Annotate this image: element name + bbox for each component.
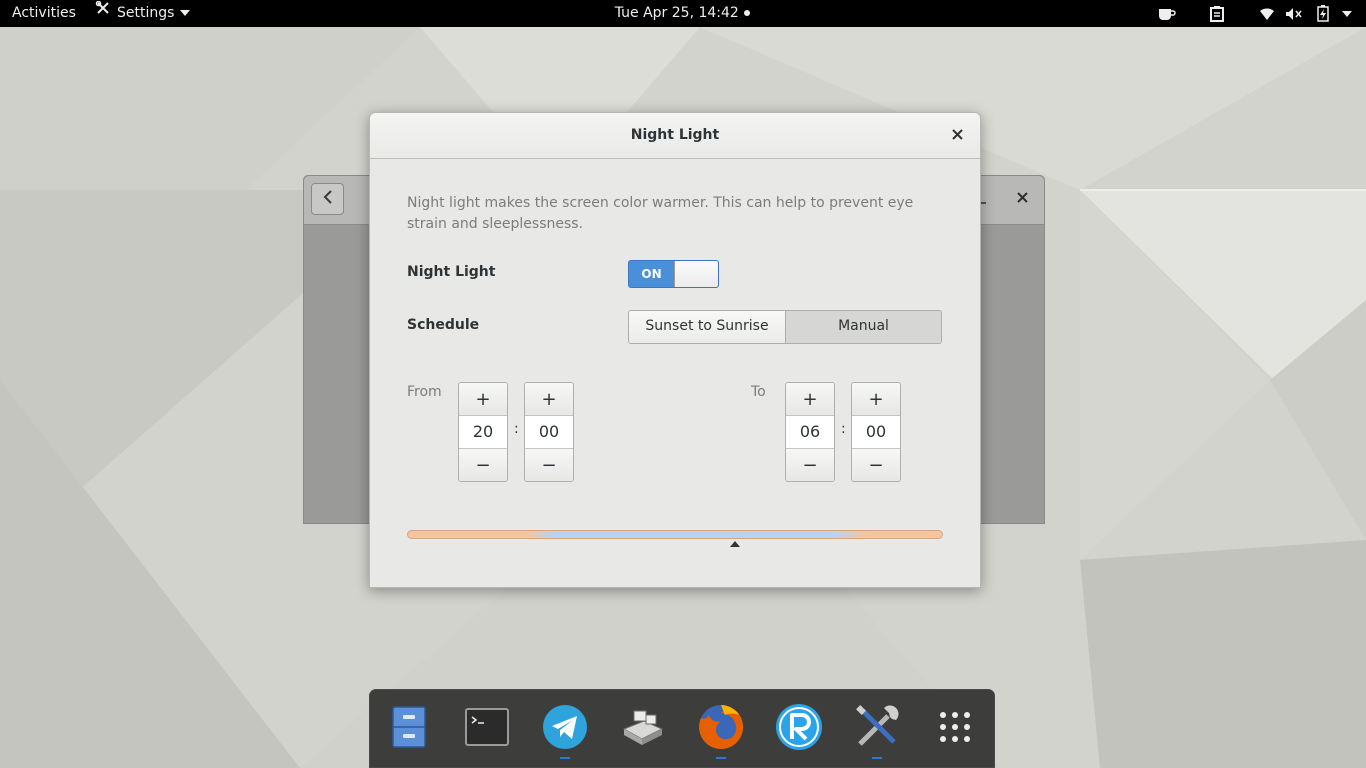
from-label: From [407, 384, 442, 400]
settings-window-close-button[interactable] [1012, 188, 1032, 210]
app-grid-icon [938, 710, 972, 748]
dock-item-firefox[interactable] [696, 704, 746, 754]
dock-item-telegram[interactable] [540, 704, 590, 754]
dash-dock [369, 689, 995, 768]
from-hour-increment-button[interactable]: + [459, 383, 507, 416]
from-hour-value[interactable]: 20 [459, 416, 507, 448]
to-hour-value[interactable]: 06 [786, 416, 834, 448]
dock-item-r-app[interactable] [774, 704, 824, 754]
from-hour-spinbutton: + 20 − [458, 382, 508, 482]
system-menu-arrow-icon[interactable] [1340, 5, 1354, 22]
from-time-separator: : [514, 421, 519, 437]
keyboard-keys-icon [620, 707, 666, 751]
close-icon [951, 128, 963, 144]
firefox-icon [697, 703, 745, 755]
r-app-icon [775, 703, 823, 755]
wifi-icon[interactable] [1257, 5, 1277, 22]
to-minute-decrement-button[interactable]: − [852, 448, 900, 481]
dock-item-show-applications[interactable] [930, 704, 980, 754]
schedule-sunset-to-sunrise-button[interactable]: Sunset to Sunrise [629, 311, 786, 343]
to-time-separator: : [841, 421, 846, 437]
to-label: To [751, 384, 766, 400]
schedule-timeline-bar [407, 530, 943, 539]
dock-item-keyboard-settings[interactable] [618, 704, 668, 754]
activities-button[interactable]: Activities [12, 0, 76, 27]
schedule-selector: Sunset to Sunrise Manual [628, 310, 942, 344]
to-minute-value[interactable]: 00 [852, 416, 900, 448]
from-hour-decrement-button[interactable]: − [459, 448, 507, 481]
top-bar: Activities Settings Tue Apr 25, 14:42 [0, 0, 1366, 27]
current-time-marker-icon [730, 541, 740, 547]
schedule-label: Schedule [407, 317, 480, 333]
night-light-description: Night light makes the screen color warme… [407, 195, 914, 232]
running-indicator [716, 757, 726, 759]
dialog-title: Night Light [630, 127, 720, 143]
to-hour-decrement-button[interactable]: − [786, 448, 834, 481]
clipboard-icon[interactable] [1207, 5, 1227, 22]
to-minute-increment-button[interactable]: + [852, 383, 900, 416]
telegram-icon [542, 704, 588, 754]
back-button[interactable] [311, 183, 344, 215]
schedule-manual-button[interactable]: Manual [786, 311, 941, 343]
file-cabinet-icon [391, 706, 427, 752]
to-hour-spinbutton: + 06 − [785, 382, 835, 482]
app-menu-button[interactable]: Settings [95, 0, 191, 27]
battery-charging-icon[interactable] [1315, 5, 1331, 22]
app-menu-label: Settings [117, 5, 175, 21]
switch-knob [674, 261, 718, 287]
from-minute-increment-button[interactable]: + [525, 383, 573, 416]
switch-on-label: ON [641, 267, 662, 281]
back-arrow-icon [323, 190, 333, 208]
terminal-icon [465, 708, 509, 750]
coffee-icon[interactable] [1157, 5, 1177, 22]
night-light-dialog: Night Light Night light makes the screen… [369, 112, 981, 588]
chevron-down-icon [180, 0, 191, 27]
night-light-label: Night Light [407, 264, 496, 280]
to-minute-spinbutton: + 00 − [851, 382, 901, 482]
running-indicator [560, 757, 570, 759]
settings-tools-icon [95, 0, 111, 27]
settings-tools-icon [854, 704, 900, 754]
volume-muted-icon[interactable] [1284, 5, 1304, 22]
dialog-close-button[interactable] [946, 125, 968, 147]
from-minute-value[interactable]: 00 [525, 416, 573, 448]
clock-label[interactable]: Tue Apr 25, 14:42 [615, 5, 739, 21]
from-minute-spinbutton: + 00 − [524, 382, 574, 482]
night-light-switch[interactable]: ON [628, 260, 719, 288]
to-hour-increment-button[interactable]: + [786, 383, 834, 416]
dock-item-files[interactable] [384, 704, 434, 754]
close-icon [1016, 191, 1028, 207]
dock-item-terminal[interactable] [462, 704, 512, 754]
notification-dot-icon [743, 5, 751, 21]
dock-item-settings[interactable] [852, 704, 902, 754]
from-minute-decrement-button[interactable]: − [525, 448, 573, 481]
running-indicator [872, 757, 882, 759]
